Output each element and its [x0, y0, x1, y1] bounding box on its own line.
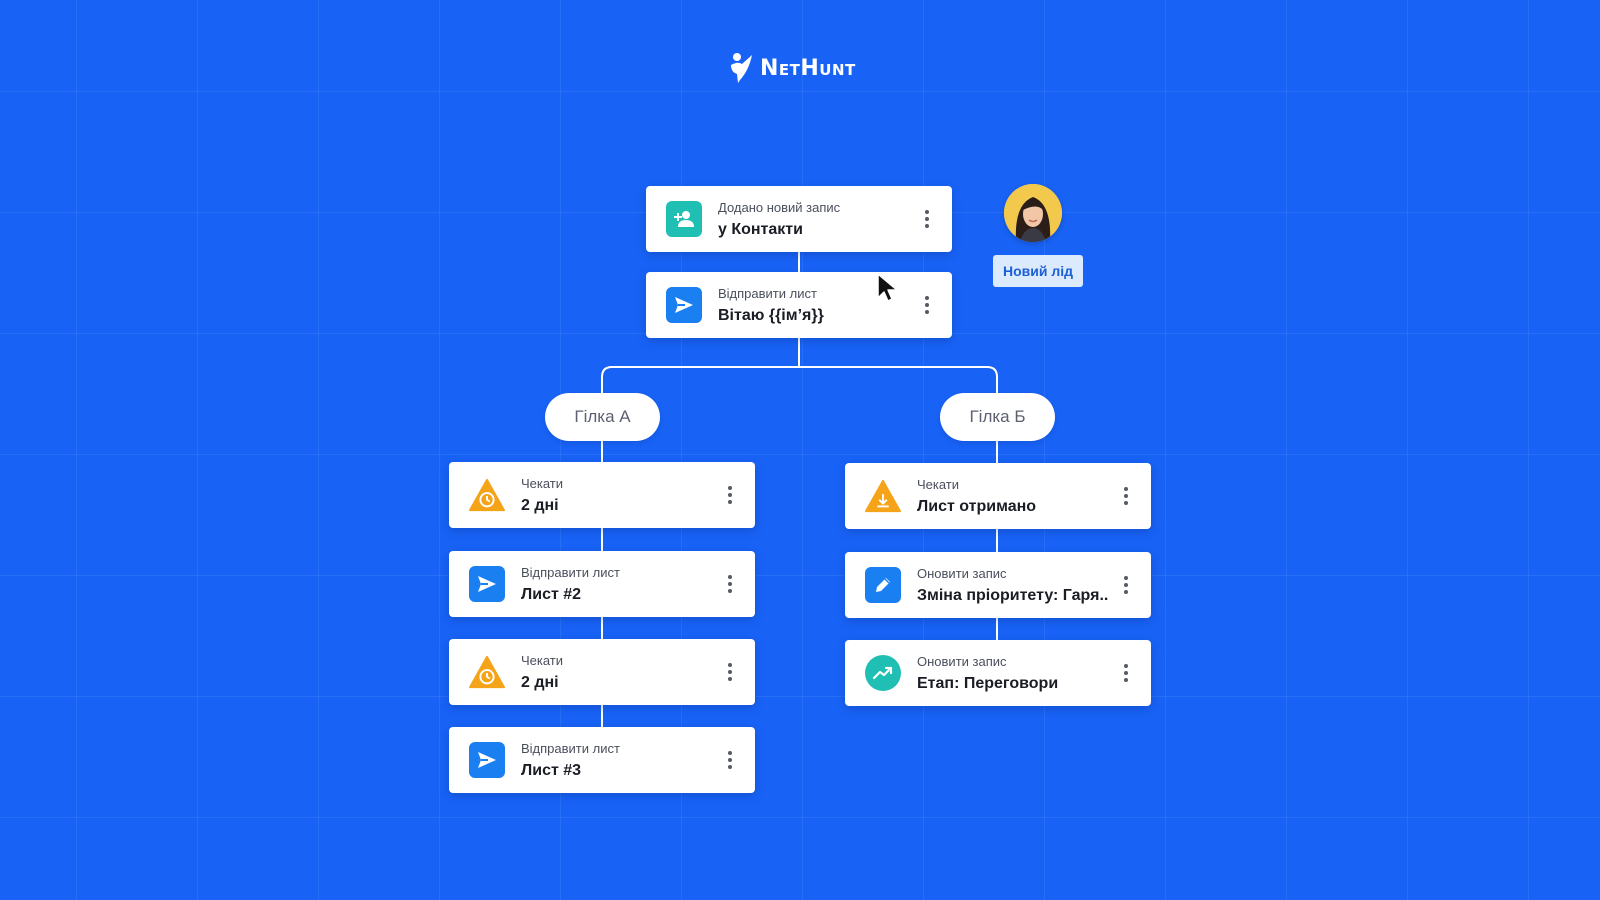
clock-icon [469, 477, 505, 513]
pencil-icon [865, 567, 901, 603]
card-value: Зміна пріоритету: Гаря.. [917, 587, 1109, 604]
branch-b-wait-card[interactable]: Чекати Лист отримано [845, 463, 1151, 529]
card-value: у Контакти [718, 221, 803, 238]
more-options-icon[interactable] [1121, 574, 1131, 596]
card-value: 2 дні [521, 674, 559, 691]
workflow-connectors [601, 252, 998, 727]
card-label: Чекати [521, 653, 564, 668]
lead-avatar [1004, 184, 1062, 242]
more-options-icon[interactable] [922, 294, 932, 316]
card-label: Додано новий запис [718, 200, 841, 215]
card-value: 2 дні [521, 497, 559, 514]
trigger-card[interactable]: Додано новий запис у Контакти [646, 186, 952, 252]
more-options-icon[interactable] [1121, 485, 1131, 507]
more-options-icon[interactable] [922, 208, 932, 230]
more-options-icon[interactable] [725, 749, 735, 771]
send-icon [469, 566, 505, 602]
card-value: Вітаю {{ім’я}} [718, 307, 824, 324]
new-lead-badge: Новий лід [993, 255, 1083, 287]
add-user-icon [666, 201, 702, 237]
more-options-icon[interactable] [725, 573, 735, 595]
branch-a-send-email-card[interactable]: Відправити лист Лист #3 [449, 727, 755, 793]
branch-b-pill[interactable]: Гілка Б [940, 393, 1055, 441]
clock-icon [469, 654, 505, 690]
card-label: Відправити лист [521, 565, 620, 580]
card-value: Лист #3 [521, 762, 582, 779]
card-label: Чекати [917, 477, 960, 492]
more-options-icon[interactable] [725, 661, 735, 683]
card-label: Оновити запис [917, 654, 1007, 669]
card-label: Відправити лист [718, 286, 817, 301]
more-options-icon[interactable] [1121, 662, 1131, 684]
branch-a-pill[interactable]: Гілка А [545, 393, 660, 441]
download-icon [865, 478, 901, 514]
trend-up-icon [865, 655, 901, 691]
card-value: Лист #2 [521, 586, 582, 603]
send-email-card[interactable]: Відправити лист Вітаю {{ім’я}} [646, 272, 952, 338]
send-icon [666, 287, 702, 323]
more-options-icon[interactable] [725, 484, 735, 506]
card-label: Відправити лист [521, 741, 620, 756]
card-label: Оновити запис [917, 566, 1007, 581]
branch-a-send-email-card[interactable]: Відправити лист Лист #2 [449, 551, 755, 617]
branch-a-wait-card[interactable]: Чекати 2 дні [449, 639, 755, 705]
card-value: Лист отримано [917, 498, 1037, 515]
card-label: Чекати [521, 476, 564, 491]
branch-a-wait-card[interactable]: Чекати 2 дні [449, 462, 755, 528]
card-value: Етап: Переговори [917, 675, 1059, 692]
mouse-cursor-icon [877, 273, 898, 302]
branch-b-update-record-card[interactable]: Оновити запис Зміна пріоритету: Гаря.. [845, 552, 1151, 618]
send-icon [469, 742, 505, 778]
branch-b-update-record-card[interactable]: Оновити запис Етап: Переговори [845, 640, 1151, 706]
